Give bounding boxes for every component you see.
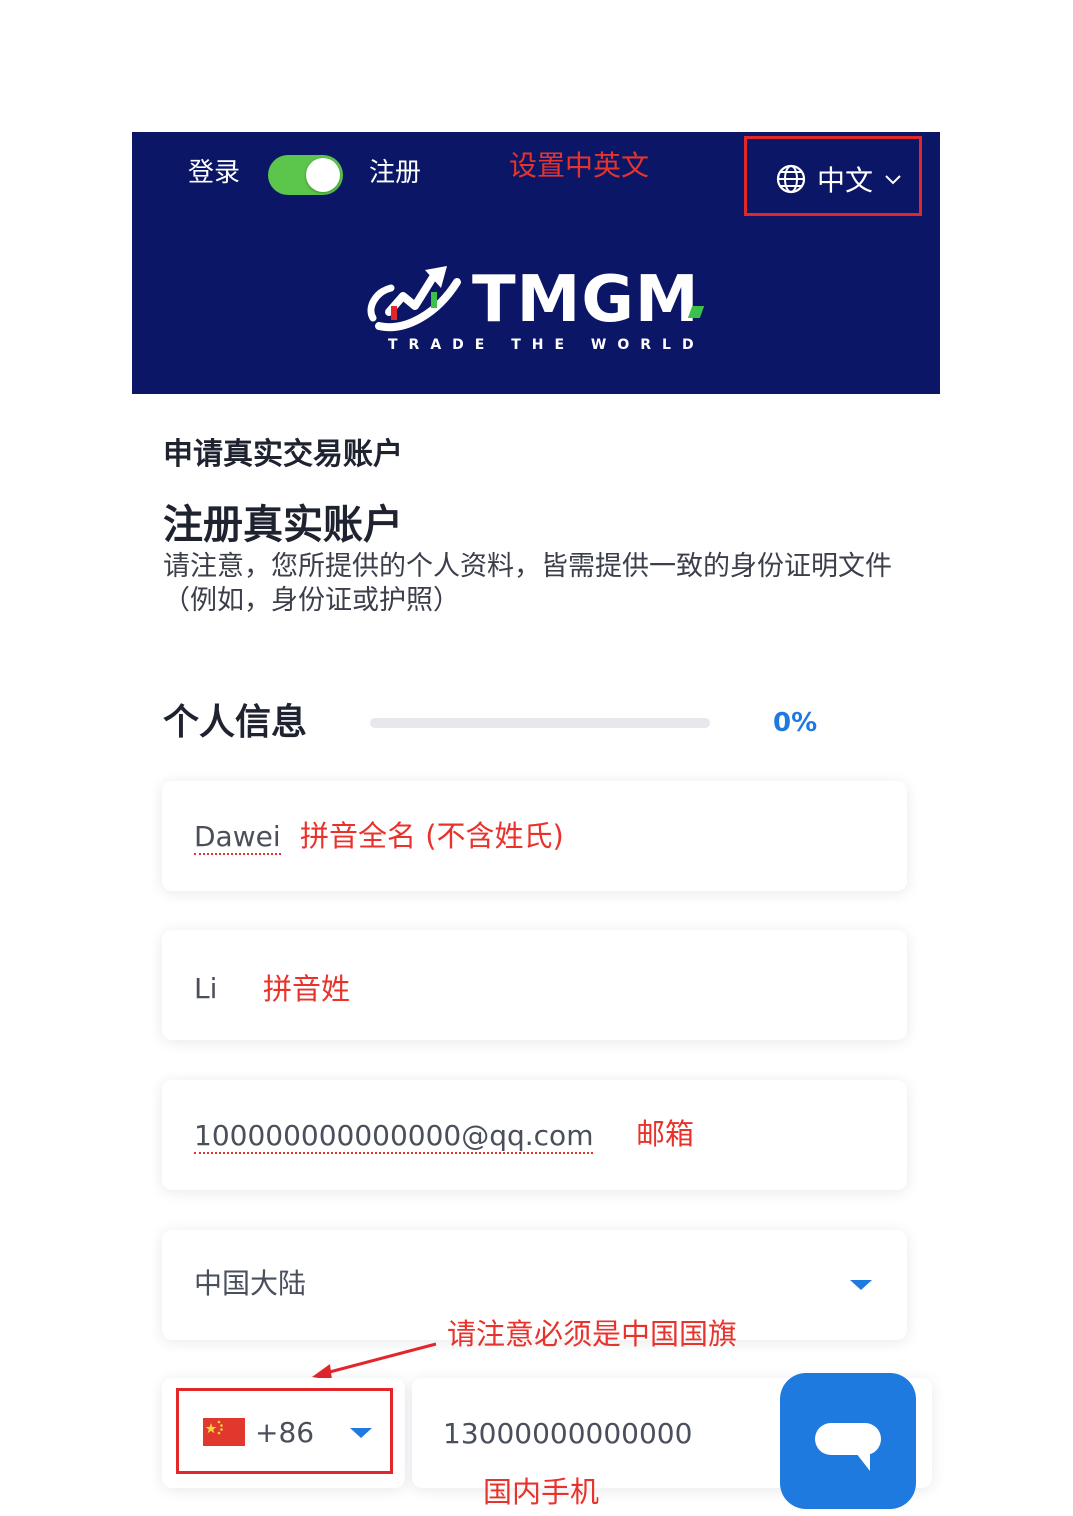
country-value: 中国大陆 <box>194 1267 307 1300</box>
last-name-annotation: 拼音姓 <box>263 972 351 1006</box>
last-name-value: Li <box>194 972 218 1005</box>
phone-value: 13000000000000 <box>443 1417 693 1450</box>
chat-button[interactable] <box>780 1373 916 1509</box>
section-title: 个人信息 <box>163 702 308 743</box>
login-tab[interactable]: 登录 <box>188 160 240 186</box>
notice-text: 请注意，您所提供的个人资料，皆需提供一致的身份证明文件（例如，身份证或护照） <box>163 551 892 616</box>
page-title: 注册真实账户 <box>163 502 403 548</box>
logo-wordmark: TMGM <box>472 263 700 337</box>
progress-percent: 0% <box>773 708 818 738</box>
globe-icon <box>776 164 806 194</box>
language-label: 中文 <box>817 164 874 197</box>
progress-bar <box>370 718 710 728</box>
china-flag-icon <box>203 1418 245 1446</box>
chevron-down-icon <box>885 175 901 185</box>
logo-tagline: TRADE THE WORLD <box>388 337 705 353</box>
annotation-arrow-icon <box>312 1342 437 1380</box>
chat-icon <box>815 1423 881 1471</box>
email-value: 100000000000000@qq.com <box>194 1119 594 1154</box>
dropdown-arrow-icon <box>850 1280 872 1290</box>
language-highlight-box: 中文 <box>744 136 922 216</box>
language-selector[interactable]: 中文 <box>775 159 903 199</box>
phone-annotation: 国内手机 <box>483 1475 600 1509</box>
register-tab[interactable]: 注册 <box>369 160 421 186</box>
first-name-value: Dawei <box>194 820 281 855</box>
page-subtitle: 申请真实交易账户 <box>163 437 403 472</box>
login-register-toggle[interactable] <box>268 155 343 195</box>
logo-icon <box>367 266 461 332</box>
language-annotation: 设置中英文 <box>509 149 650 182</box>
first-name-annotation: 拼音全名 (不含姓氏) <box>300 819 564 853</box>
country-code-dropdown-arrow-icon <box>350 1428 372 1438</box>
country-code-annotation: 请注意必须是中国国旗 <box>447 1317 738 1351</box>
country-code-value: +86 <box>255 1416 315 1449</box>
email-annotation: 邮箱 <box>636 1117 695 1151</box>
toggle-knob <box>306 158 340 192</box>
